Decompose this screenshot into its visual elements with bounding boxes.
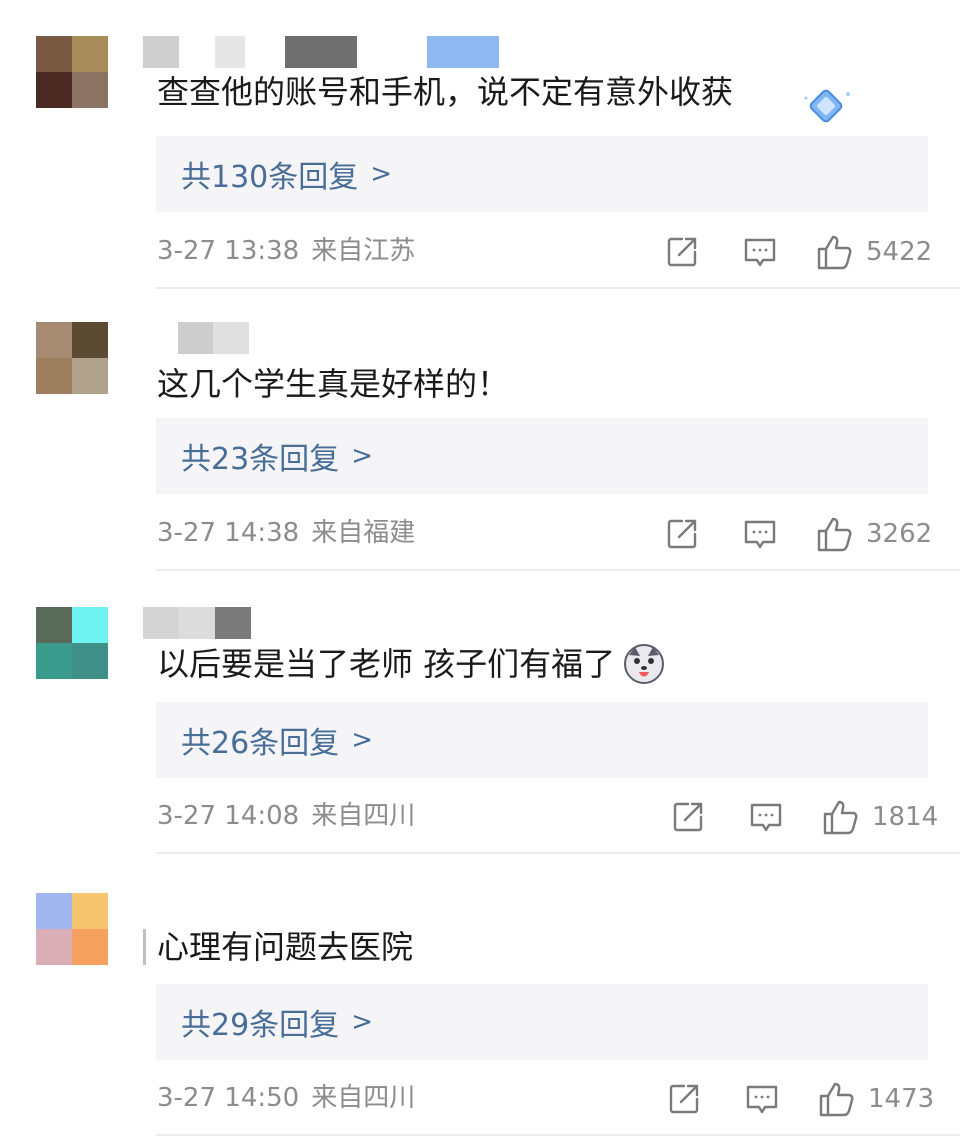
avatar[interactable] xyxy=(36,893,108,965)
comment-actions: 5422 xyxy=(662,232,932,272)
comment-location: 来自四川 xyxy=(311,801,416,831)
share-icon xyxy=(669,1084,699,1114)
comment-time: 3-27 14:50 xyxy=(157,1083,300,1113)
comment-location: 来自福建 xyxy=(311,518,416,548)
avatar[interactable] xyxy=(36,607,108,679)
view-replies-button[interactable]: 共29条回复 > xyxy=(156,984,928,1060)
reply-count-label: 共130条回复 xyxy=(181,160,359,195)
comment-text: 心理有问题去医院 xyxy=(157,928,414,966)
comment-icon xyxy=(744,520,776,549)
thumbs-up-icon xyxy=(823,800,858,835)
comment-text: 这几个学生真是好样的！ xyxy=(157,365,510,403)
comment-actions: 1473 xyxy=(664,1079,934,1119)
comment-text: 以后要是当了老师 孩子们有福了 xyxy=(157,645,616,683)
like-count: 5422 xyxy=(866,237,933,267)
share-button[interactable] xyxy=(662,235,702,269)
comment-feed: 查查他的账号和手机，说不定有意外收获 共130条回复 > 3-27 13:38 来… xyxy=(0,0,960,1145)
like-button[interactable]: 1473 xyxy=(818,1080,934,1118)
comment-actions: 1814 xyxy=(668,797,938,837)
comment-location: 来自江苏 xyxy=(311,236,416,266)
divider xyxy=(156,1134,960,1136)
username-blurred[interactable] xyxy=(143,322,249,354)
share-icon xyxy=(667,237,697,267)
comment-button[interactable] xyxy=(742,1082,782,1116)
reply-count-label: 共23条回复 xyxy=(181,442,340,477)
username-blurred[interactable] xyxy=(143,36,499,68)
like-count: 1473 xyxy=(868,1084,935,1114)
view-replies-button[interactable]: 共23条回复 > xyxy=(156,418,928,494)
comment-actions: 3262 xyxy=(662,514,932,554)
comment-time: 3-27 14:08 xyxy=(157,801,300,831)
comment-meta: 3-27 13:38 来自江苏 xyxy=(157,234,415,268)
share-button[interactable] xyxy=(664,1082,704,1116)
comment-button[interactable] xyxy=(740,235,780,269)
share-icon xyxy=(667,519,697,549)
comment-meta: 3-27 14:38 来自福建 xyxy=(157,516,415,550)
chevron-right-icon: > xyxy=(370,159,393,189)
share-button[interactable] xyxy=(662,517,702,551)
comment-icon xyxy=(750,803,782,832)
comment-meta: 3-27 14:50 来自四川 xyxy=(157,1081,415,1115)
view-replies-button[interactable]: 共26条回复 > xyxy=(156,702,928,778)
reply-count-label: 共29条回复 xyxy=(181,1008,340,1043)
husky-emoji-icon xyxy=(623,643,665,685)
avatar[interactable] xyxy=(36,36,108,108)
divider xyxy=(156,287,960,289)
like-count: 3262 xyxy=(866,519,933,549)
like-button[interactable]: 3262 xyxy=(816,515,932,553)
view-replies-button[interactable]: 共130条回复 > xyxy=(156,136,928,212)
chevron-right-icon: > xyxy=(351,441,373,471)
username-blurred[interactable] xyxy=(143,607,251,639)
thumbs-up-icon xyxy=(819,1082,854,1117)
thumbs-up-icon xyxy=(817,235,852,270)
comment-time: 3-27 13:38 xyxy=(157,236,300,266)
like-button[interactable]: 1814 xyxy=(822,798,938,836)
like-count: 1814 xyxy=(872,802,939,832)
chevron-right-icon: > xyxy=(351,725,373,755)
share-button[interactable] xyxy=(668,800,708,834)
comment-button[interactable] xyxy=(746,800,786,834)
comment-meta: 3-27 14:08 来自四川 xyxy=(157,799,415,833)
chevron-right-icon: > xyxy=(351,1007,373,1037)
like-button[interactable]: 5422 xyxy=(816,233,932,271)
thumbs-up-icon xyxy=(817,517,852,552)
comment-location: 来自四川 xyxy=(311,1083,416,1113)
share-icon xyxy=(673,802,703,832)
avatar[interactable] xyxy=(36,322,108,394)
comment-button[interactable] xyxy=(740,517,780,551)
reply-count-label: 共26条回复 xyxy=(181,726,340,761)
comment-text: 查查他的账号和手机，说不定有意外收获 xyxy=(157,73,734,111)
comment-text-row: 以后要是当了老师 孩子们有福了 xyxy=(157,642,665,686)
diamond-badge-icon xyxy=(800,84,856,136)
comment-time: 3-27 14:38 xyxy=(157,518,300,548)
divider xyxy=(156,852,960,854)
comment-icon xyxy=(746,1085,778,1114)
comment-icon xyxy=(744,238,776,267)
divider xyxy=(156,569,960,571)
text-cursor xyxy=(143,929,146,965)
